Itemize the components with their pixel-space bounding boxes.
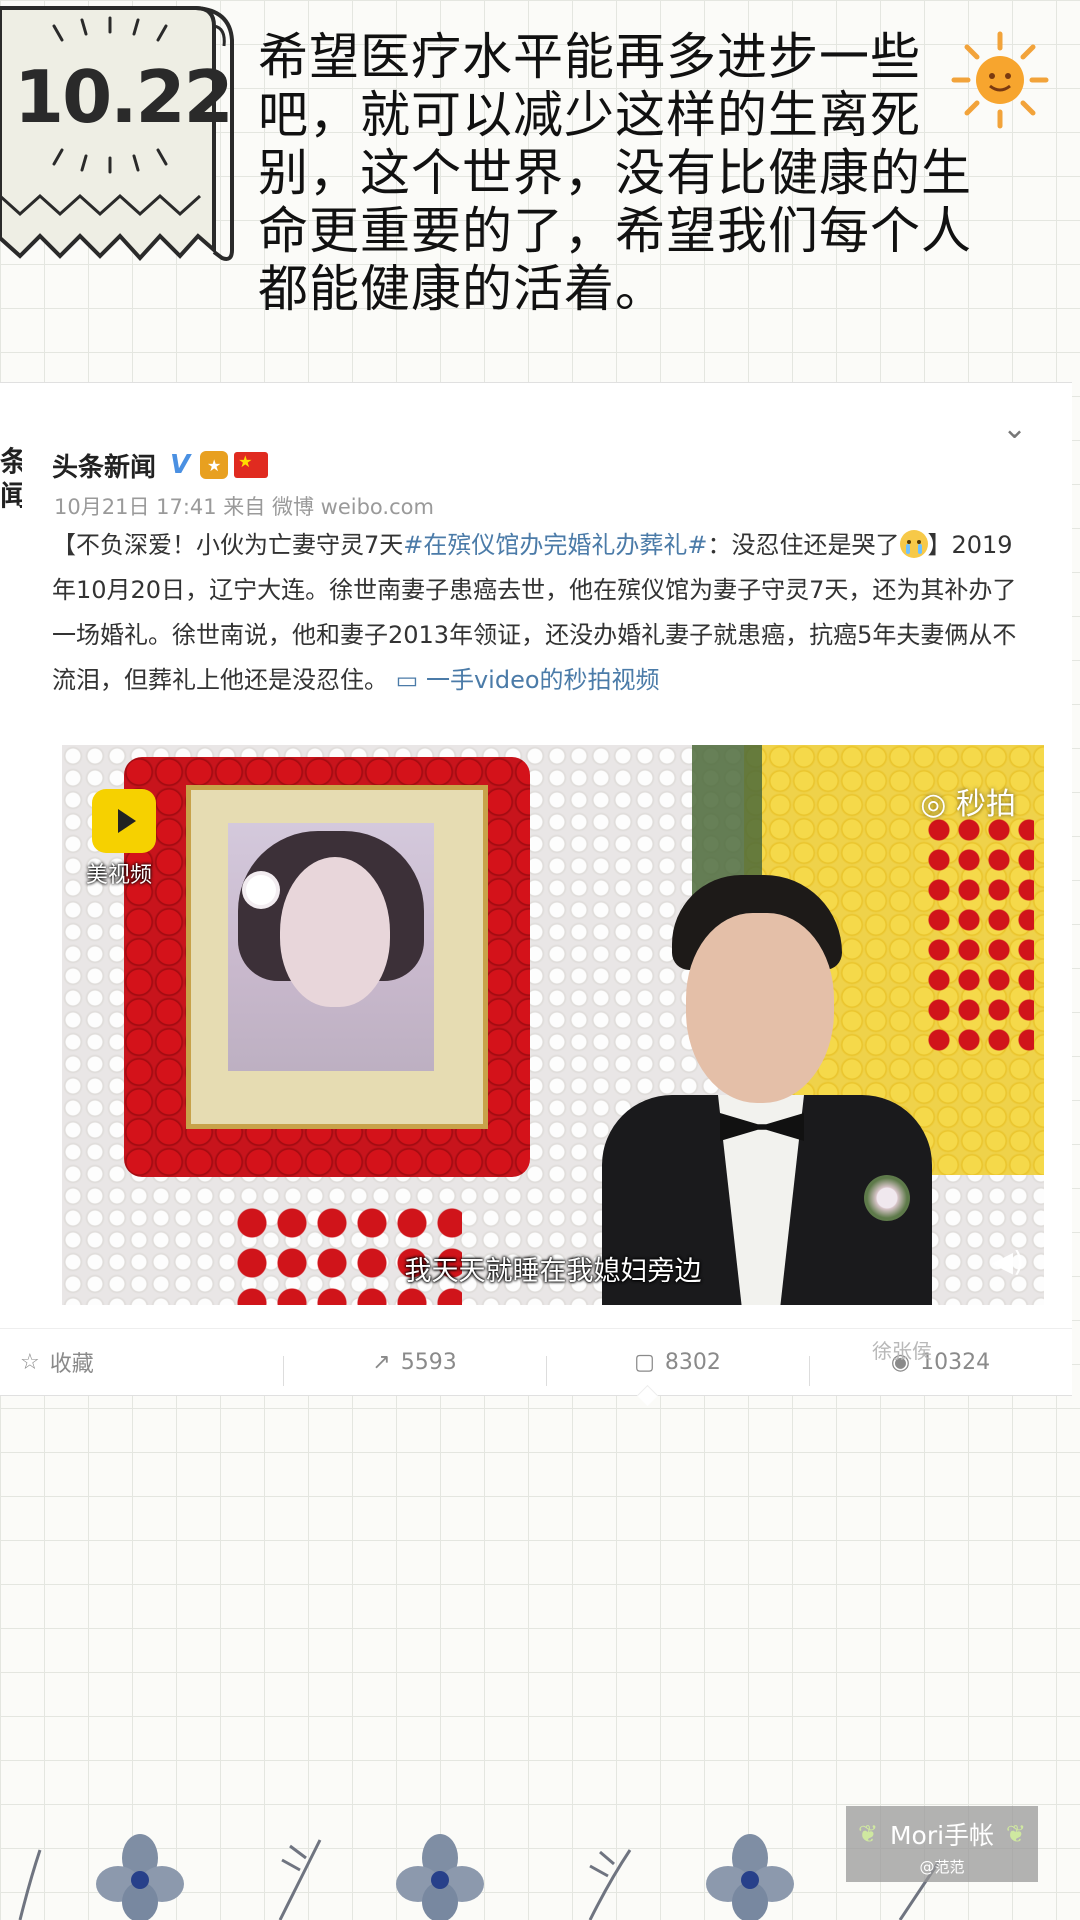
cropped-avatar-text: 条闻: [0, 445, 22, 512]
comment-count: 8302: [664, 1349, 721, 1375]
sun-icon: [951, 31, 1049, 129]
weibo-post-card: 条闻 ⌄ 头条新闻 V ★ 10月21日 17:41 来自 微博 weibo.c…: [0, 382, 1072, 1407]
comment-icon: ▢: [634, 1349, 655, 1375]
groom-figure: [602, 875, 932, 1305]
memorial-portrait: [228, 823, 434, 1071]
comment-button[interactable]: ▢ 8302: [546, 1349, 809, 1386]
video-subtitle: 我天天就睡在我媳妇旁边: [404, 1256, 702, 1287]
like-button[interactable]: ◉ 10324: [809, 1350, 1072, 1386]
repost-button[interactable]: ↗ 5593: [283, 1349, 546, 1386]
collect-button[interactable]: ☆ 收藏: [0, 1346, 283, 1378]
weibo-watermark: 徐张侯: [872, 1339, 932, 1363]
volume-icon[interactable]: ◀): [992, 1245, 1024, 1278]
header-note: 希望医疗水平能再多进步一些吧，就可以减少这样的生离死别，这个世界，没有比健康的生…: [258, 28, 972, 318]
video-link-icon: ▭: [395, 666, 419, 694]
meipai-label: 美视频: [86, 863, 153, 888]
repost-icon: ↗: [372, 1349, 391, 1375]
video-player[interactable]: 美视频 ◎ 秒拍 我天天就睡在我媳妇旁边 ◀): [62, 745, 1044, 1305]
collect-label: 收藏: [49, 1352, 94, 1377]
date-label: 10.22: [14, 55, 234, 139]
post-body: 【不负深爱！小伙为亡妻守灵7天#在殡仪馆办完婚礼办葬礼#：没忍住还是哭了 】201…: [52, 523, 1018, 703]
flower-icon: [96, 1834, 184, 1920]
meipai-logo-icon: [92, 789, 156, 853]
verified-icon: V: [170, 450, 191, 480]
repost-count: 5593: [400, 1349, 457, 1375]
username[interactable]: 头条新闻: [52, 447, 156, 484]
crying-emoji-icon: [899, 530, 928, 558]
mori-subtitle: @范范: [919, 1858, 965, 1876]
china-flag-icon: [234, 452, 269, 478]
leaf-icon: ❦: [858, 1820, 879, 1848]
post-meta: 10月21日 17:41 来自 微博 weibo.com: [54, 495, 434, 519]
member-badge-icon: ★: [200, 451, 229, 479]
red-flowers-right: [924, 815, 1034, 1055]
date-tag: 10.22: [0, 0, 240, 290]
post-author-row: 头条新闻 V ★: [52, 445, 269, 485]
hashtag-link[interactable]: #在殡仪馆办完婚礼办葬礼#: [403, 531, 707, 559]
star-icon: ☆: [20, 1349, 40, 1375]
post-text-lead: 【不负深爱！小伙为亡妻守灵7天: [52, 531, 404, 559]
miaopai-label: 秒拍: [956, 787, 1016, 822]
miaopai-watermark: ◎ 秒拍: [920, 779, 1016, 823]
post-text-mid: ：没忍住还是哭了: [707, 531, 900, 559]
mori-brand-stamp: ❦ ❦ Mori手帐 @范范: [846, 1806, 1038, 1882]
scroll-tag-shape: [0, 6, 234, 261]
leaf-icon: ❦: [1005, 1820, 1026, 1848]
chevron-down-icon[interactable]: ⌄: [1002, 411, 1027, 446]
video-link[interactable]: 一手video的秒拍视频: [426, 666, 660, 694]
miaopai-icon: ◎: [920, 787, 956, 822]
